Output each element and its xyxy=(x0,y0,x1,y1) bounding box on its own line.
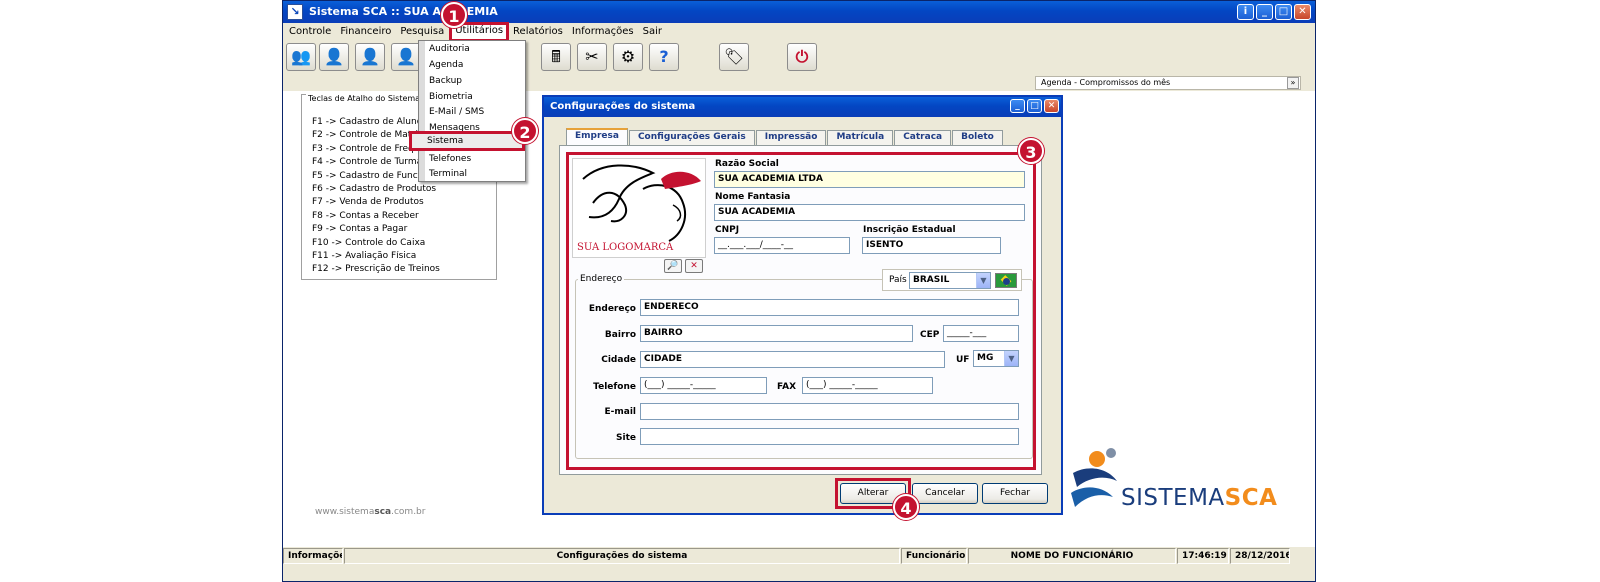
help-icon[interactable]: i xyxy=(1237,4,1254,20)
app-icon: ↘ xyxy=(287,4,303,20)
status-time: 17:46:19 xyxy=(1177,548,1229,564)
menu-sair[interactable]: Sair xyxy=(639,24,667,42)
menu-item-backup[interactable]: Backup xyxy=(429,76,462,86)
title-bar[interactable]: ↘ Sistema SCA :: SUA ACADEMIA i _ □ ✕ xyxy=(283,1,1315,23)
utilitarios-menu: Auditoria Agenda Backup Biometria E-Mail… xyxy=(418,40,526,182)
step-badge-3: 3 xyxy=(1018,138,1044,164)
settings-icon[interactable]: ⚙ xyxy=(613,43,643,71)
close-button[interactable]: ✕ xyxy=(1294,4,1311,20)
step-badge-2: 2 xyxy=(512,118,538,144)
menu-item-email-sms[interactable]: E-Mail / SMS xyxy=(429,107,484,117)
menu-financeiro[interactable]: Financeiro xyxy=(336,24,396,42)
enrollment-icon[interactable]: 👤 xyxy=(319,43,349,71)
config-dialog: Configurações do sistema _ □ ✕ Empresa C… xyxy=(542,95,1063,515)
menu-item-sistema[interactable]: Sistema xyxy=(409,131,525,151)
dialog-title: Configurações do sistema xyxy=(550,101,696,112)
brand-text: SISTEMASCA xyxy=(1121,485,1278,511)
tab-impressao[interactable]: Impressão xyxy=(755,130,827,145)
step-badge-4: 4 xyxy=(893,494,919,520)
shortcut-item: F9 -> Contas a Pagar xyxy=(312,224,408,235)
menu-item-biometria[interactable]: Biometria xyxy=(429,92,473,102)
fechar-button[interactable]: Fechar xyxy=(982,483,1048,504)
shortcut-item: F11 -> Avaliação Física xyxy=(312,250,417,261)
menu-item-auditoria[interactable]: Auditoria xyxy=(429,44,470,54)
tab-boleto[interactable]: Boleto xyxy=(952,130,1003,145)
tab-empresa[interactable]: Empresa xyxy=(566,128,628,145)
shortcut-item: F7 -> Venda de Produtos xyxy=(312,197,424,208)
tab-configuracoes-gerais[interactable]: Configurações Gerais xyxy=(628,130,755,145)
shortcut-item: F10 -> Controle do Caixa xyxy=(312,237,426,248)
shortcuts-title: Teclas de Atalho do Sistema xyxy=(306,94,423,103)
status-func-label: Funcionário xyxy=(901,548,967,564)
tab-matricula[interactable]: Matrícula xyxy=(827,130,894,145)
tab-catraca[interactable]: Catraca xyxy=(894,130,952,145)
attendance-icon[interactable]: 👤 xyxy=(355,43,385,71)
runner-icon xyxy=(1071,448,1117,507)
status-bar: Informações Configurações do sistema Fun… xyxy=(283,547,1315,565)
status-func-name: NOME DO FUNCIONÁRIO xyxy=(968,548,1176,564)
classes-icon[interactable]: 👤 xyxy=(391,43,421,71)
dialog-title-bar[interactable]: Configurações do sistema _ □ ✕ xyxy=(544,97,1061,117)
dialog-close-button[interactable]: ✕ xyxy=(1044,99,1059,113)
shortcut-item: F12 -> Prescrição de Treinos xyxy=(312,264,440,275)
status-screen: Configurações do sistema xyxy=(344,548,900,564)
shortcut-item: F6 -> Cadastro de Produtos xyxy=(312,183,437,194)
power-icon[interactable]: ⏻ xyxy=(787,43,817,71)
shortcut-item: F8 -> Contas a Receber xyxy=(312,210,419,221)
menu-item-telefones[interactable]: Telefones xyxy=(429,154,471,164)
menu-informacoes[interactable]: Informações xyxy=(568,24,639,42)
step-badge-1: 1 xyxy=(441,2,467,28)
calculator-icon[interactable]: 🖩 xyxy=(541,43,571,71)
menu-controle[interactable]: Controle xyxy=(285,24,336,42)
dialog-maximize-button[interactable]: □ xyxy=(1027,99,1042,113)
status-info: Informações xyxy=(283,548,343,564)
tab-strip: Empresa Configurações Gerais Impressão M… xyxy=(566,128,1004,145)
window-title: Sistema SCA :: SUA ACADEMIA xyxy=(309,5,498,18)
help-button-icon[interactable]: ? xyxy=(649,43,679,71)
dialog-minimize-button[interactable]: _ xyxy=(1010,99,1025,113)
tools-icon[interactable]: ✂ xyxy=(577,43,607,71)
cancelar-button[interactable]: Cancelar xyxy=(912,483,978,504)
tag-icon[interactable]: 🏷 xyxy=(719,43,749,71)
empresa-highlight xyxy=(566,152,1036,470)
agenda-title: Agenda - Compromissos do mês xyxy=(1041,78,1171,87)
menu-item-agenda[interactable]: Agenda xyxy=(429,60,463,70)
agenda-bar[interactable]: Agenda - Compromissos do mês » xyxy=(1035,76,1301,90)
status-date: 28/12/2016 xyxy=(1230,548,1290,564)
sistema-sca-logo: SISTEMASCA xyxy=(1067,441,1277,521)
chevron-down-icon[interactable]: » xyxy=(1287,77,1299,89)
menu-item-terminal[interactable]: Terminal xyxy=(429,169,467,179)
site-url: www.sistemasca.com.br xyxy=(315,507,426,517)
students-icon[interactable]: 👥 xyxy=(286,43,316,71)
maximize-button[interactable]: □ xyxy=(1275,4,1292,20)
minimize-button[interactable]: _ xyxy=(1256,4,1273,20)
